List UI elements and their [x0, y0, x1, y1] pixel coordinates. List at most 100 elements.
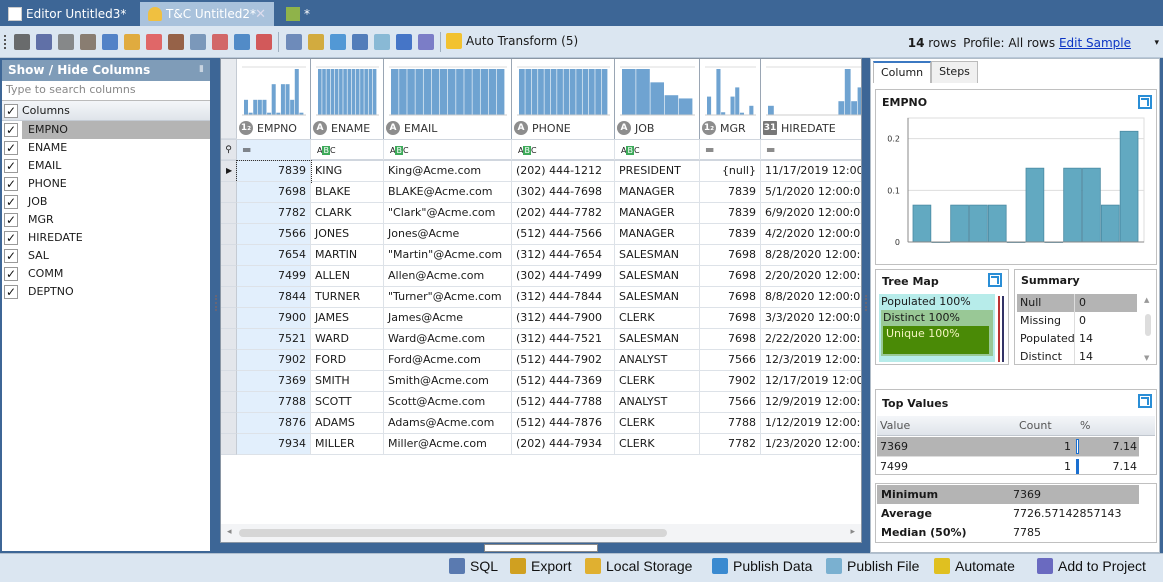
chart-dots-icon[interactable]	[212, 34, 228, 50]
cell-mgr[interactable]: 7698	[700, 245, 761, 266]
cell-mgr[interactable]: 7566	[700, 392, 761, 413]
row-header[interactable]	[221, 350, 237, 371]
cell-email[interactable]: Ford@Acme.com	[384, 350, 512, 371]
column-header-hiredate[interactable]: 31 HIREDATE	[761, 59, 861, 139]
cell-ename[interactable]: ADAMS	[311, 413, 384, 434]
cell-ename[interactable]: FORD	[311, 350, 384, 371]
cell-empno[interactable]: 7369	[237, 371, 311, 392]
cell-empno[interactable]: 7698	[237, 182, 311, 203]
cell-phone[interactable]: (202) 444-1212	[512, 161, 615, 182]
cell-phone[interactable]: (512) 444-7788	[512, 392, 615, 413]
bracket-list-icon[interactable]	[168, 34, 184, 50]
scroll-up-icon[interactable]: ▲	[1144, 296, 1149, 304]
pin-icon[interactable]: ▮	[199, 64, 204, 74]
cell-phone[interactable]: (512) 444-7369	[512, 371, 615, 392]
cell-empno[interactable]: 7844	[237, 287, 311, 308]
cell-job[interactable]: SALESMAN	[615, 329, 700, 350]
row-header[interactable]	[221, 245, 237, 266]
column-checkbox[interactable]: ✓	[4, 249, 18, 263]
column-header-email[interactable]: A EMAIL	[384, 59, 512, 139]
column-header-job[interactable]: A JOB	[615, 59, 700, 139]
column-item-sal[interactable]: ✓ SAL	[2, 247, 210, 265]
cell-phone[interactable]: (202) 444-7782	[512, 203, 615, 224]
cell-job[interactable]: CLERK	[615, 413, 700, 434]
cell-mgr[interactable]: {null}	[700, 161, 761, 182]
column-item-empno[interactable]: ✓ EMPNO	[2, 121, 210, 139]
cell-ename[interactable]: JAMES	[311, 308, 384, 329]
panel-splitter[interactable]	[484, 544, 598, 552]
cell-job[interactable]: SALESMAN	[615, 245, 700, 266]
header-count[interactable]: Count	[1019, 419, 1052, 432]
filter-cell-hiredate[interactable]: ═	[761, 140, 861, 160]
column-header-phone[interactable]: A PHONE	[512, 59, 615, 139]
cell-mgr[interactable]: 7698	[700, 329, 761, 350]
cell-ename[interactable]: SCOTT	[311, 392, 384, 413]
tab-editor-untitled3[interactable]: Editor Untitled3*	[0, 2, 138, 26]
tree-unique[interactable]: Unique 100%	[883, 326, 989, 354]
publish-data-button[interactable]: Publish Data	[712, 558, 812, 574]
column-header-ename[interactable]: A ENAME	[311, 59, 384, 139]
cell-phone[interactable]: (202) 444-7934	[512, 434, 615, 455]
cell-mgr[interactable]: 7839	[700, 203, 761, 224]
cell-hiredate[interactable]: 2/20/2020 12:00:00	[761, 266, 861, 287]
tab-column[interactable]: Column	[873, 61, 932, 83]
row-header[interactable]: ▶	[221, 161, 237, 182]
select-all-checkbox[interactable]: ✓	[4, 103, 18, 118]
cell-job[interactable]: CLERK	[615, 434, 700, 455]
cell-email[interactable]: Scott@Acme.com	[384, 392, 512, 413]
cell-email[interactable]: Allen@Acme.com	[384, 266, 512, 287]
column-item-deptno[interactable]: ✓ DEPTNO	[2, 283, 210, 301]
export-icon[interactable]	[308, 34, 324, 50]
paint-bucket-icon[interactable]	[80, 34, 96, 50]
cell-ename[interactable]: ALLEN	[311, 266, 384, 287]
cell-hiredate[interactable]: 8/28/2020 12:00:00	[761, 245, 861, 266]
tab-new-workflow[interactable]: *	[278, 2, 318, 26]
local-storage-button[interactable]: Local Storage	[585, 558, 692, 574]
row-header[interactable]	[221, 224, 237, 245]
cell-email[interactable]: Jones@Acme	[384, 224, 512, 245]
column-item-mgr[interactable]: ✓ MGR	[2, 211, 210, 229]
cell-job[interactable]: SALESMAN	[615, 266, 700, 287]
cell-mgr[interactable]: 7698	[700, 287, 761, 308]
text-box-icon[interactable]	[190, 34, 206, 50]
cell-empno[interactable]: 7900	[237, 308, 311, 329]
binoculars-icon[interactable]	[14, 34, 30, 50]
column-item-comm[interactable]: ✓ COMM	[2, 265, 210, 283]
column-checkbox[interactable]: ✓	[4, 231, 18, 245]
cell-empno[interactable]: 7654	[237, 245, 311, 266]
cell-empno[interactable]: 7839	[236, 160, 312, 183]
close-tab-icon[interactable]: ✕	[255, 7, 266, 22]
row-header[interactable]	[221, 287, 237, 308]
column-checkbox[interactable]: ✓	[4, 195, 18, 209]
sql-icon[interactable]	[286, 34, 302, 50]
cell-email[interactable]: "Turner"@Acme.com	[384, 287, 512, 308]
summary-row-null[interactable]: Null 0	[1017, 294, 1137, 312]
cell-hiredate[interactable]: 2/22/2020 12:00:00	[761, 329, 861, 350]
cell-email[interactable]: "Clark"@Acme.com	[384, 203, 512, 224]
vertical-splitter-grip[interactable]	[865, 295, 868, 311]
cell-ename[interactable]: SMITH	[311, 371, 384, 392]
cell-ename[interactable]: KING	[311, 161, 384, 182]
scroll-thumb[interactable]	[1145, 314, 1151, 336]
cell-empno[interactable]: 7782	[237, 203, 311, 224]
row-header[interactable]	[221, 434, 237, 455]
header-value[interactable]: Value	[880, 419, 910, 432]
cell-empno[interactable]: 7934	[237, 434, 311, 455]
column-checkbox[interactable]: ✓	[4, 267, 18, 281]
filter-pin-icon[interactable]: ⚲	[221, 140, 237, 160]
column-checkbox[interactable]: ✓	[4, 177, 18, 191]
summary-scrollbar[interactable]: ▲ ▼	[1142, 296, 1154, 362]
scroll-thumb[interactable]	[239, 529, 667, 537]
summary-row-missing[interactable]: Missing 0	[1017, 312, 1137, 330]
cell-hiredate[interactable]: 4/2/2020 12:00:00 A	[761, 224, 861, 245]
publish-data-icon[interactable]	[352, 34, 368, 50]
tree-populated[interactable]: Populated 100% Distinct 100% Unique 100%	[879, 294, 995, 362]
cell-ename[interactable]: WARD	[311, 329, 384, 350]
cell-mgr[interactable]: 7698	[700, 308, 761, 329]
cell-phone[interactable]: (302) 444-7698	[512, 182, 615, 203]
cell-email[interactable]: King@Acme.com	[384, 161, 512, 182]
split-columns-icon[interactable]	[234, 34, 250, 50]
filter-cell-empno[interactable]: ═	[237, 140, 311, 160]
cell-hiredate[interactable]: 12/3/2019 12:00:00	[761, 350, 861, 371]
export-button[interactable]: Export	[510, 558, 571, 574]
